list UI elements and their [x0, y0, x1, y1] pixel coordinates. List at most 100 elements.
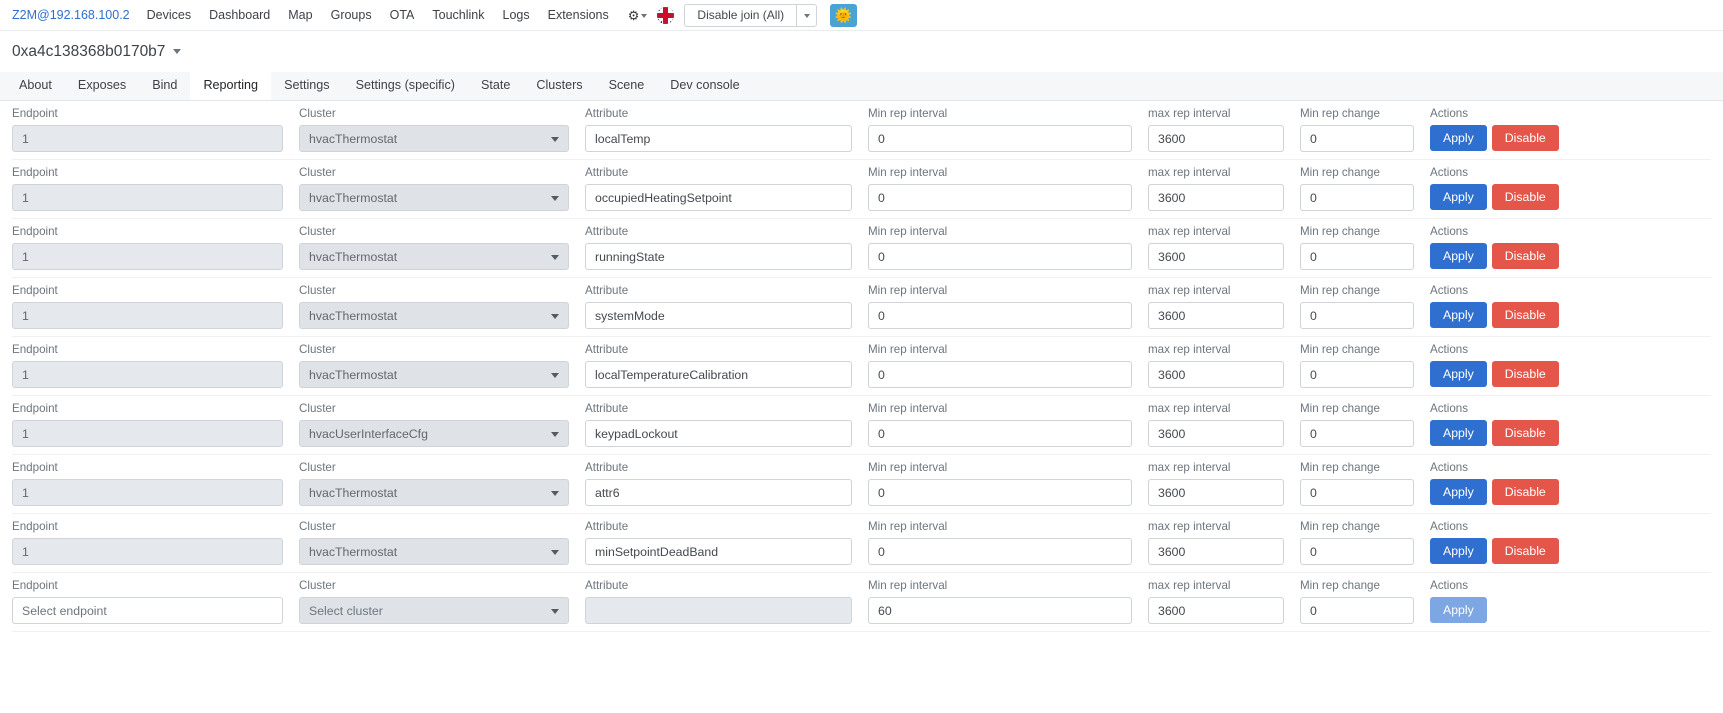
tab-reporting[interactable]: Reporting	[190, 71, 272, 100]
cluster-select[interactable]: hvacThermostat	[299, 125, 569, 152]
min-rep-change-input[interactable]: 0	[1300, 184, 1414, 211]
min-rep-change-input[interactable]: 0	[1300, 125, 1414, 152]
min-rep-interval-input[interactable]: 0	[868, 420, 1132, 447]
min-rep-interval-input[interactable]: 0	[868, 184, 1132, 211]
settings-menu[interactable]: ⚙	[618, 9, 656, 22]
max-rep-interval-input[interactable]: 3600	[1148, 538, 1284, 565]
min-rep-change-input[interactable]: 0	[1300, 420, 1414, 447]
max-rep-interval-input[interactable]: 3600	[1148, 361, 1284, 388]
nav-link-extensions[interactable]: Extensions	[539, 8, 618, 22]
min-rep-interval-input[interactable]: 0	[868, 361, 1132, 388]
disable-button[interactable]: Disable	[1491, 302, 1559, 328]
max-rep-interval-input[interactable]: 3600	[1148, 125, 1284, 152]
nav-link-map[interactable]: Map	[279, 8, 321, 22]
cluster-select[interactable]: hvacThermostat	[299, 243, 569, 270]
theme-toggle-button[interactable]: 🌞	[830, 3, 858, 27]
max-rep-interval-input[interactable]: 3600	[1148, 243, 1284, 270]
min-rep-change-input[interactable]: 0	[1300, 597, 1414, 624]
actions-label: Actions	[1430, 225, 1469, 238]
tab-about[interactable]: About	[6, 71, 65, 100]
max-rep-interval-input[interactable]: 3600	[1148, 302, 1284, 329]
disable-button[interactable]: Disable	[1491, 243, 1559, 269]
attribute-input[interactable]: minSetpointDeadBand	[585, 538, 852, 565]
min-rep-interval-input[interactable]: 0	[868, 538, 1132, 565]
apply-button[interactable]: Apply	[1430, 184, 1487, 210]
apply-button[interactable]: Apply	[1430, 243, 1487, 269]
attribute-input[interactable]: systemMode	[585, 302, 852, 329]
disable-button[interactable]: Disable	[1491, 420, 1559, 446]
nav-link-logs[interactable]: Logs	[494, 8, 539, 22]
endpoint-cell: Endpoint 1	[12, 107, 299, 152]
cluster-select[interactable]: hvacThermostat	[299, 302, 569, 329]
endpoint-input[interactable]: Select endpoint	[12, 597, 283, 624]
attribute-input[interactable]: keypadLockout	[585, 420, 852, 447]
disable-join-button[interactable]: Disable join (All)	[684, 3, 797, 27]
min-rep-interval-input[interactable]: 60	[868, 597, 1132, 624]
disable-button[interactable]: Disable	[1491, 538, 1559, 564]
min-rep-interval-input[interactable]: 0	[868, 125, 1132, 152]
min-rep-interval-input[interactable]: 0	[868, 243, 1132, 270]
min-rep-change-input[interactable]: 0	[1300, 361, 1414, 388]
endpoint-input[interactable]: 1	[12, 184, 283, 211]
min-rep-change-input[interactable]: 0	[1300, 479, 1414, 506]
device-menu-chevron-down-icon[interactable]	[173, 49, 182, 54]
attribute-input[interactable]	[585, 597, 852, 624]
min-rep-interval-input[interactable]: 0	[868, 479, 1132, 506]
attribute-input[interactable]: attr6	[585, 479, 852, 506]
cluster-select[interactable]: hvacThermostat	[299, 184, 569, 211]
attribute-input[interactable]: localTemp	[585, 125, 852, 152]
tab-state[interactable]: State	[468, 71, 523, 100]
endpoint-input[interactable]: 1	[12, 302, 283, 329]
max-rep-interval-input[interactable]: 3600	[1148, 479, 1284, 506]
max-rep-interval-input[interactable]: 3600	[1148, 597, 1284, 624]
max-rep-interval-cell: max rep interval 3600	[1148, 461, 1300, 506]
disable-button[interactable]: Disable	[1491, 125, 1559, 151]
min-rep-interval-input[interactable]: 0	[868, 302, 1132, 329]
apply-button[interactable]: Apply	[1430, 479, 1487, 505]
disable-button[interactable]: Disable	[1491, 184, 1559, 210]
min-rep-interval-label: Min rep interval	[868, 284, 948, 297]
max-rep-interval-cell: max rep interval 3600	[1148, 166, 1300, 211]
disable-button[interactable]: Disable	[1491, 361, 1559, 387]
max-rep-interval-input[interactable]: 3600	[1148, 420, 1284, 447]
endpoint-input[interactable]: 1	[12, 243, 283, 270]
min-rep-change-input[interactable]: 0	[1300, 538, 1414, 565]
max-rep-interval-input[interactable]: 3600	[1148, 184, 1284, 211]
tab-dev-console[interactable]: Dev console	[657, 71, 752, 100]
cluster-select[interactable]: hvacThermostat	[299, 479, 569, 506]
nav-link-devices[interactable]: Devices	[138, 8, 200, 22]
endpoint-input[interactable]: 1	[12, 538, 283, 565]
apply-button[interactable]: Apply	[1430, 361, 1487, 387]
endpoint-input[interactable]: 1	[12, 420, 283, 447]
cluster-select[interactable]: hvacThermostat	[299, 538, 569, 565]
min-rep-change-input[interactable]: 0	[1300, 243, 1414, 270]
tab-settings[interactable]: Settings	[271, 71, 343, 100]
nav-link-dashboard[interactable]: Dashboard	[200, 8, 279, 22]
attribute-input[interactable]: localTemperatureCalibration	[585, 361, 852, 388]
tab-scene[interactable]: Scene	[596, 71, 658, 100]
cluster-select[interactable]: hvacThermostat	[299, 361, 569, 388]
apply-button[interactable]: Apply	[1430, 302, 1487, 328]
disable-button[interactable]: Disable	[1491, 479, 1559, 505]
tab-clusters[interactable]: Clusters	[523, 71, 595, 100]
tab-bind[interactable]: Bind	[139, 71, 190, 100]
cluster-select[interactable]: hvacUserInterfaceCfg	[299, 420, 569, 447]
tab-settings-specific[interactable]: Settings (specific)	[343, 71, 468, 100]
nav-link-ota[interactable]: OTA	[381, 8, 424, 22]
cluster-select[interactable]: Select cluster	[299, 597, 569, 624]
tab-exposes[interactable]: Exposes	[65, 71, 139, 100]
min-rep-change-input[interactable]: 0	[1300, 302, 1414, 329]
apply-button[interactable]: Apply	[1430, 538, 1487, 564]
attribute-input[interactable]: runningState	[585, 243, 852, 270]
apply-button[interactable]: Apply	[1430, 420, 1487, 446]
join-dropdown-toggle[interactable]	[796, 3, 818, 27]
endpoint-input[interactable]: 1	[12, 479, 283, 506]
nav-link-touchlink[interactable]: Touchlink	[423, 8, 493, 22]
endpoint-input[interactable]: 1	[12, 125, 283, 152]
apply-button[interactable]: Apply	[1430, 125, 1487, 151]
attribute-input[interactable]: occupiedHeatingSetpoint	[585, 184, 852, 211]
brand-link[interactable]: Z2M@192.168.100.2	[8, 8, 138, 22]
nav-link-groups[interactable]: Groups	[322, 8, 381, 22]
language-selector[interactable]	[655, 6, 684, 24]
endpoint-input[interactable]: 1	[12, 361, 283, 388]
